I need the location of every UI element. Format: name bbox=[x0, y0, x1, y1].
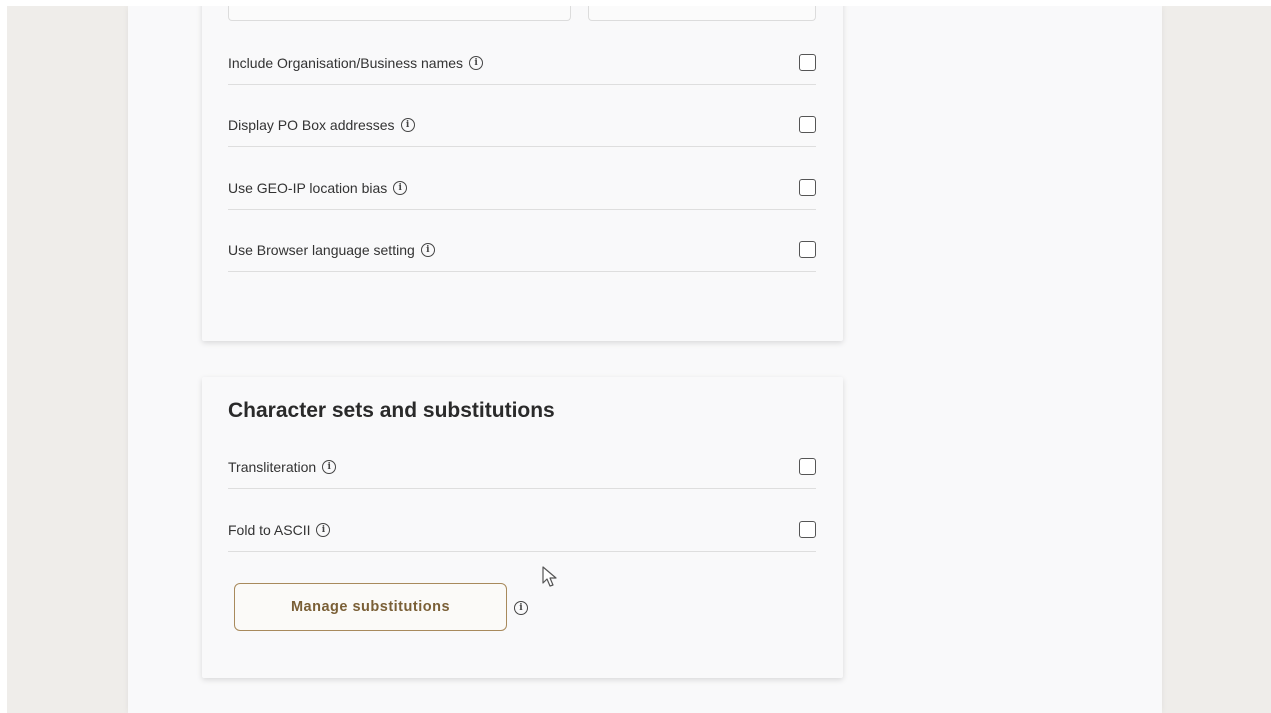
info-icon[interactable]: i bbox=[469, 56, 484, 70]
option-label: Display PO Box addresses i bbox=[228, 117, 415, 133]
option-label: Use Browser language setting i bbox=[228, 242, 435, 258]
card-title: Character sets and substitutions bbox=[228, 399, 555, 422]
info-icon[interactable]: i bbox=[316, 523, 331, 537]
option-label: Transliteration i bbox=[228, 459, 337, 475]
option-label: Include Organisation/Business names i bbox=[228, 55, 484, 71]
option-label: Use GEO-IP location bias i bbox=[228, 180, 408, 196]
option-row-transliteration: Transliteration i bbox=[228, 448, 816, 489]
info-icon[interactable]: i bbox=[420, 243, 435, 257]
info-icon[interactable]: i bbox=[400, 118, 415, 132]
po-box-checkbox[interactable] bbox=[799, 116, 816, 133]
manage-substitutions-button[interactable]: Manage substitutions bbox=[234, 583, 507, 631]
mouse-pointer-icon bbox=[542, 566, 557, 587]
transliteration-checkbox[interactable] bbox=[799, 458, 816, 475]
character-sets-card: Character sets and substitutions Transli… bbox=[202, 377, 843, 678]
option-label: Fold to ASCII i bbox=[228, 522, 331, 538]
option-row-organisation-names: Include Organisation/Business names i bbox=[228, 44, 816, 85]
lookup-options-card: Include Organisation/Business names i Di… bbox=[202, 6, 843, 341]
option-row-fold-to-ascii: Fold to ASCII i bbox=[228, 511, 816, 552]
option-row-po-box: Display PO Box addresses i bbox=[228, 106, 816, 147]
browser-language-checkbox[interactable] bbox=[799, 241, 816, 258]
fold-to-ascii-checkbox[interactable] bbox=[799, 521, 816, 538]
text-field-partial[interactable] bbox=[228, 6, 571, 21]
info-icon[interactable]: i bbox=[393, 181, 408, 195]
viewport: Include Organisation/Business names i Di… bbox=[7, 6, 1271, 713]
info-icon[interactable]: i bbox=[514, 601, 528, 615]
option-row-geo-ip: Use GEO-IP location bias i bbox=[228, 169, 816, 210]
info-icon[interactable]: i bbox=[322, 460, 337, 474]
geo-ip-checkbox[interactable] bbox=[799, 179, 816, 196]
organisation-names-checkbox[interactable] bbox=[799, 54, 816, 71]
option-row-browser-language: Use Browser language setting i bbox=[228, 231, 816, 272]
select-field-partial[interactable] bbox=[588, 6, 816, 21]
settings-page: Include Organisation/Business names i Di… bbox=[128, 6, 1162, 713]
